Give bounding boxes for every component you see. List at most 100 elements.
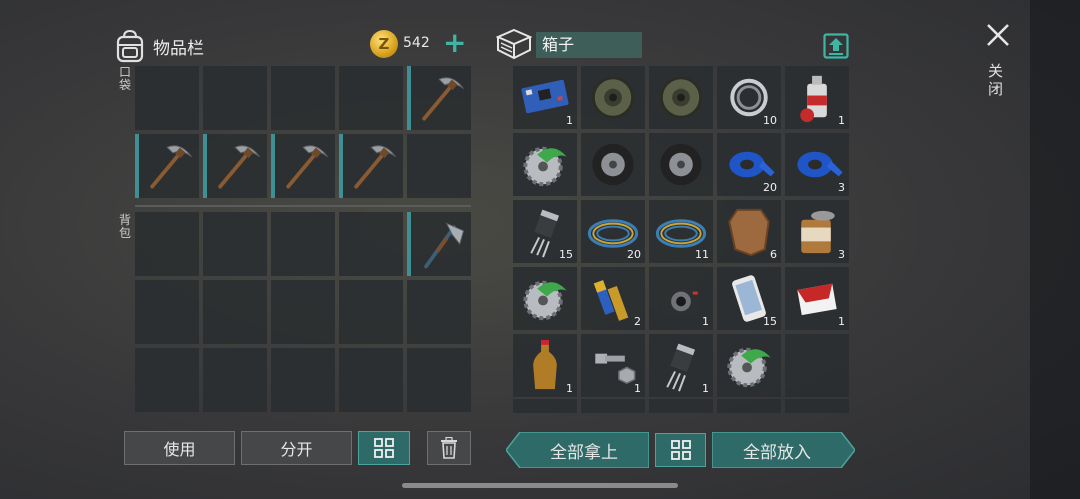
container-slot[interactable]: 1 xyxy=(785,66,849,129)
split-button[interactable]: 分开 xyxy=(241,431,352,465)
item-count: 20 xyxy=(763,181,777,194)
brake-disc-icon xyxy=(659,76,703,119)
tire-icon xyxy=(592,143,634,186)
pocket-slot[interactable] xyxy=(135,66,199,130)
use-button[interactable]: 使用 xyxy=(124,431,235,465)
pocket-slot[interactable] xyxy=(339,134,403,198)
pickaxe-icon xyxy=(354,145,396,189)
container-slot[interactable]: 3 xyxy=(785,200,849,263)
backpack-slot[interactable] xyxy=(339,212,403,276)
grid-sort-icon xyxy=(670,440,691,460)
container-slot[interactable]: 1 xyxy=(513,66,577,129)
container-slot[interactable]: 1 xyxy=(649,334,713,397)
backpack-slot[interactable] xyxy=(203,280,267,344)
container-grid: 1 10 1 20 3 15 20 11 6 3 2 1 15 1 1 1 1 xyxy=(513,66,849,397)
item-count: 1 xyxy=(634,382,641,395)
pickaxe-icon xyxy=(422,77,464,121)
pocket-slot[interactable] xyxy=(339,66,403,130)
container-slot[interactable]: 15 xyxy=(717,267,781,330)
container-slot[interactable]: 11 xyxy=(649,200,713,263)
container-next-row xyxy=(513,399,849,413)
container-slot[interactable]: 1 xyxy=(785,267,849,330)
backpack-slot[interactable] xyxy=(407,348,471,412)
container-slot[interactable] xyxy=(513,133,577,196)
pocket-grid xyxy=(135,66,471,198)
upload-icon[interactable] xyxy=(823,33,849,59)
brake-disc-icon xyxy=(591,76,635,119)
close-icon[interactable] xyxy=(985,22,1011,48)
trash-icon xyxy=(441,437,457,459)
pocket-slot[interactable] xyxy=(271,66,335,130)
backpack-slot[interactable] xyxy=(271,348,335,412)
backpack-slot[interactable] xyxy=(135,212,199,276)
item-count: 3 xyxy=(838,181,845,194)
inventory-title: 物品栏 xyxy=(153,38,204,59)
pickaxe-icon xyxy=(286,145,328,189)
backpack-slot[interactable] xyxy=(339,348,403,412)
backpack-slot[interactable] xyxy=(135,280,199,344)
backpack-slot[interactable] xyxy=(407,280,471,344)
backpack-slot[interactable] xyxy=(203,212,267,276)
container-slot[interactable]: 20 xyxy=(717,133,781,196)
pocket-slot[interactable] xyxy=(135,134,199,198)
container-slot[interactable] xyxy=(581,133,645,196)
item-count: 10 xyxy=(763,114,777,127)
item-count: 15 xyxy=(763,315,777,328)
pocket-slot[interactable] xyxy=(407,134,471,198)
saw-blade-icon xyxy=(523,280,567,321)
pickaxe-icon xyxy=(150,145,192,189)
container-name: 箱子 xyxy=(542,35,575,54)
container-slot[interactable] xyxy=(513,267,577,330)
sort-inventory-button[interactable] xyxy=(358,431,410,465)
coin-icon: Z xyxy=(370,30,398,58)
container-slot[interactable]: 1 xyxy=(581,334,645,397)
pocket-slot[interactable] xyxy=(271,134,335,198)
backpack-slot[interactable] xyxy=(203,348,267,412)
container-slot[interactable] xyxy=(649,66,713,129)
pocket-slot[interactable] xyxy=(203,134,267,198)
container-slot[interactable]: 15 xyxy=(513,200,577,263)
backpack-slot[interactable] xyxy=(271,212,335,276)
right-side-panel xyxy=(1030,0,1080,499)
close-label[interactable]: 关闭 xyxy=(988,62,1006,98)
container-box-icon xyxy=(496,28,532,60)
container-slot[interactable]: 10 xyxy=(717,66,781,129)
saw-blade-icon xyxy=(523,146,567,187)
take-all-button[interactable]: 全部拿上 xyxy=(520,433,648,467)
discard-button[interactable] xyxy=(427,431,471,465)
container-slot[interactable]: 6 xyxy=(717,200,781,263)
container-slot[interactable]: 1 xyxy=(649,267,713,330)
item-count: 1 xyxy=(702,382,709,395)
container-slot[interactable]: 1 xyxy=(513,334,577,397)
sort-container-button[interactable] xyxy=(655,433,706,467)
hatchet-icon xyxy=(424,222,465,269)
pocket-label: 口袋 xyxy=(119,65,132,92)
item-count: 2 xyxy=(634,315,641,328)
item-count: 15 xyxy=(559,248,573,261)
backpack-slot[interactable] xyxy=(135,348,199,412)
put-all-button[interactable]: 全部放入 xyxy=(712,433,842,467)
grid-sort-icon xyxy=(374,438,394,458)
item-count: 1 xyxy=(838,315,845,328)
backpack-slot[interactable] xyxy=(339,280,403,344)
container-slot[interactable] xyxy=(717,334,781,397)
backpack-slot[interactable] xyxy=(407,212,471,276)
container-slot[interactable] xyxy=(581,66,645,129)
section-divider xyxy=(135,205,471,207)
container-slot[interactable] xyxy=(785,334,849,397)
backpack-slot[interactable] xyxy=(271,280,335,344)
add-coins-button[interactable]: + xyxy=(443,26,466,60)
container-name-field[interactable]: 箱子 xyxy=(536,32,642,58)
container-slot[interactable]: 2 xyxy=(581,267,645,330)
item-count: 1 xyxy=(838,114,845,127)
coin-balance: 542 xyxy=(403,35,430,51)
item-count: 1 xyxy=(566,382,573,395)
tire-icon xyxy=(660,143,702,186)
item-count: 1 xyxy=(702,315,709,328)
container-slot[interactable] xyxy=(649,133,713,196)
pocket-slot[interactable] xyxy=(407,66,471,130)
container-slot[interactable]: 20 xyxy=(581,200,645,263)
pocket-slot[interactable] xyxy=(203,66,267,130)
container-slot[interactable]: 3 xyxy=(785,133,849,196)
item-count: 6 xyxy=(770,248,777,261)
